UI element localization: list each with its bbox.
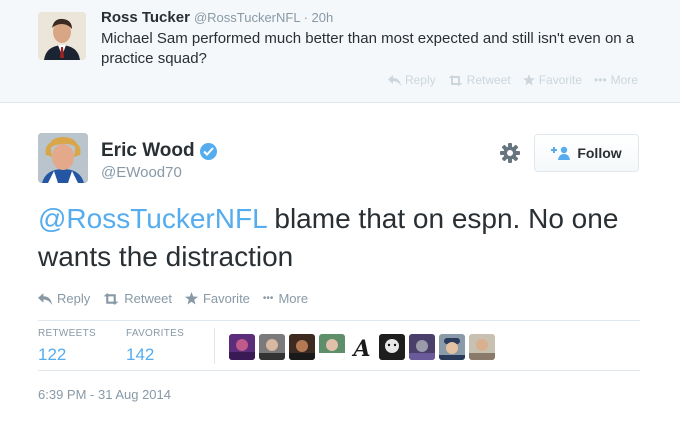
more-button[interactable]: ••• More	[263, 291, 308, 306]
more-dots-icon: •••	[262, 293, 274, 304]
parent-tweet-text: Michael Sam performed much better than m…	[101, 30, 635, 67]
stats-divider	[214, 328, 215, 364]
parent-favorite-button[interactable]: Favorite	[522, 73, 583, 87]
favorite-label: Favorite	[202, 291, 250, 306]
favoriter-avatar[interactable]	[229, 334, 255, 360]
retweets-count[interactable]: 122	[38, 345, 96, 365]
follow-label: Follow	[577, 145, 622, 161]
parent-retweet-button[interactable]: Retweet	[448, 73, 511, 87]
parent-retweet-label: Retweet	[466, 73, 511, 87]
divider	[38, 370, 640, 371]
retweets-label: RETWEETS	[38, 328, 96, 339]
more-dots-icon: •••	[594, 73, 607, 87]
retweet-label: Retweet	[124, 291, 172, 306]
favorites-stat[interactable]: FAVORITES 142	[126, 328, 184, 365]
favoriter-avatar[interactable]	[379, 334, 405, 360]
parent-author-name[interactable]: Ross Tucker	[101, 9, 190, 26]
follow-button[interactable]: Follow	[534, 134, 639, 172]
parent-favorite-label: Favorite	[538, 73, 583, 87]
star-icon	[184, 292, 198, 305]
parent-more-label: More	[610, 73, 638, 87]
parent-tweet: Ross Tucker @RossTuckerNFL · 20h Michael S…	[0, 0, 680, 103]
gear-icon[interactable]	[499, 142, 521, 164]
retweet-icon	[448, 74, 463, 86]
favoriter-avatar[interactable]	[289, 334, 315, 360]
parent-actions: Reply Retweet Favorite ••• More	[387, 73, 638, 87]
main-tweet-text: @RossTuckerNFL blame that on espn. No on…	[38, 200, 648, 276]
reply-icon	[38, 292, 52, 305]
main-author-name[interactable]: Eric Wood	[101, 140, 195, 162]
ross-tucker-avatar[interactable]	[38, 12, 86, 60]
eric-wood-avatar[interactable]	[38, 133, 88, 183]
retweet-button[interactable]: Retweet	[103, 291, 172, 306]
parent-author-handle[interactable]: @RossTuckerNFL	[194, 10, 301, 25]
favorites-count[interactable]: 142	[126, 345, 184, 365]
reply-button[interactable]: Reply	[38, 291, 90, 306]
favorites-label: FAVORITES	[126, 328, 185, 339]
parent-time[interactable]: · 20h	[304, 10, 334, 25]
atlanta-a-logo[interactable]: A	[349, 334, 375, 360]
reply-label: Reply	[57, 291, 91, 306]
reply-icon	[387, 74, 401, 86]
favoriter-avatar[interactable]	[409, 334, 435, 360]
parent-author[interactable]: Ross Tucker @RossTuckerNFL · 20h	[101, 9, 333, 26]
parent-reply-button[interactable]: Reply	[387, 73, 436, 87]
main-author[interactable]: Eric Wood	[101, 140, 217, 162]
main-actions: Reply Retweet Favorite ••• More	[38, 291, 308, 306]
retweets-stat[interactable]: RETWEETS 122	[38, 328, 96, 365]
add-user-icon	[551, 146, 571, 160]
divider	[38, 320, 640, 321]
retweet-icon	[103, 292, 119, 305]
favorite-button[interactable]: Favorite	[184, 291, 250, 306]
mention-link[interactable]: @RossTuckerNFL	[38, 203, 267, 234]
tweet-timestamp[interactable]: 6:39 PM - 31 Aug 2014	[38, 387, 171, 402]
parent-more-button[interactable]: ••• More	[594, 73, 638, 87]
svg-text:A: A	[351, 336, 370, 360]
more-label: More	[278, 291, 309, 306]
main-author-handle[interactable]: @EWood70	[101, 164, 182, 181]
favoriter-avatars: A	[229, 334, 495, 360]
favoriter-avatar[interactable]	[439, 334, 465, 360]
favoriter-avatar[interactable]	[259, 334, 285, 360]
parent-reply-label: Reply	[404, 73, 436, 87]
star-icon	[522, 74, 535, 86]
favoriter-avatar[interactable]	[319, 334, 345, 360]
favoriter-avatar[interactable]	[469, 334, 495, 360]
verified-badge-icon	[199, 142, 217, 160]
